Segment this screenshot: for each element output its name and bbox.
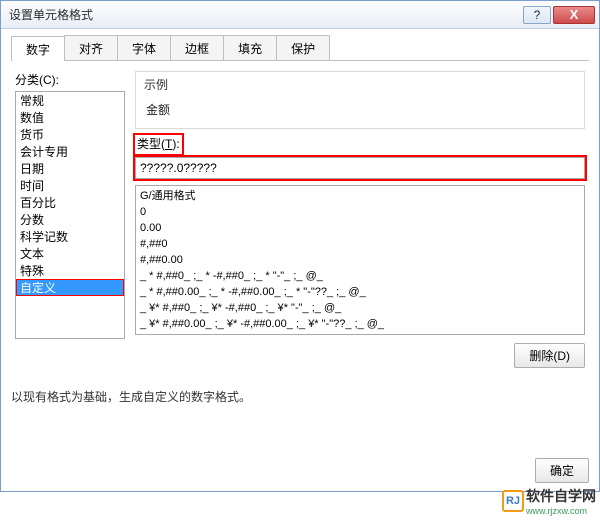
window-title: 设置单元格格式	[9, 6, 523, 23]
close-button[interactable]: X	[553, 6, 595, 24]
cat-text[interactable]: 文本	[16, 245, 124, 262]
hint-text: 以现有格式为基础，生成自定义的数字格式。	[11, 388, 589, 405]
tab-font[interactable]: 字体	[117, 35, 171, 60]
cat-percent[interactable]: 百分比	[16, 194, 124, 211]
tab-strip: 数字 对齐 字体 边框 填充 保护	[11, 35, 589, 61]
sample-value: 金额	[144, 101, 576, 118]
cat-currency[interactable]: 货币	[16, 126, 124, 143]
type-input[interactable]	[135, 157, 585, 179]
category-listbox[interactable]: 常规 数值 货币 会计专用 日期 时间 百分比 分数 科学记数 文本 特殊 自定…	[15, 91, 125, 339]
type-label: 类型(T):	[135, 135, 182, 154]
cat-date[interactable]: 日期	[16, 160, 124, 177]
fmt-item[interactable]: G/通用格式	[138, 188, 582, 204]
tab-fill[interactable]: 填充	[223, 35, 277, 60]
window-controls: ? X	[523, 6, 595, 24]
sample-title: 示例	[144, 76, 576, 93]
cat-time[interactable]: 时间	[16, 177, 124, 194]
tab-border[interactable]: 边框	[170, 35, 224, 60]
fmt-item[interactable]: _ * #,##0.00_ ;_ * -#,##0.00_ ;_ * "-"??…	[138, 284, 582, 300]
help-button[interactable]: ?	[523, 6, 551, 24]
cat-number[interactable]: 数值	[16, 109, 124, 126]
cat-scientific[interactable]: 科学记数	[16, 228, 124, 245]
tab-protect[interactable]: 保护	[276, 35, 330, 60]
cat-fraction[interactable]: 分数	[16, 211, 124, 228]
sample-box: 示例 金额	[135, 71, 585, 129]
cat-general[interactable]: 常规	[16, 92, 124, 109]
title-bar: 设置单元格格式 ? X	[1, 1, 599, 29]
cat-custom[interactable]: 自定义	[16, 279, 124, 296]
cat-special[interactable]: 特殊	[16, 262, 124, 279]
tab-align[interactable]: 对齐	[64, 35, 118, 60]
category-label: 分类(C):	[15, 71, 125, 88]
tab-number[interactable]: 数字	[11, 36, 65, 61]
fmt-item[interactable]: #,##0;-#,##0	[138, 332, 582, 335]
fmt-item[interactable]: _ ¥* #,##0.00_ ;_ ¥* -#,##0.00_ ;_ ¥* "-…	[138, 316, 582, 332]
watermark-url: www.rjzxw.com	[526, 506, 596, 516]
fmt-item[interactable]: _ ¥* #,##0_ ;_ ¥* -#,##0_ ;_ ¥* "-"_ ;_ …	[138, 300, 582, 316]
fmt-item[interactable]: #,##0	[138, 236, 582, 252]
cat-accounting[interactable]: 会计专用	[16, 143, 124, 160]
delete-button[interactable]: 删除(D)	[514, 343, 585, 368]
fmt-item[interactable]: 0	[138, 204, 582, 220]
fmt-item[interactable]: 0.00	[138, 220, 582, 236]
fmt-item[interactable]: _ * #,##0_ ;_ * -#,##0_ ;_ * "-"_ ;_ @_	[138, 268, 582, 284]
format-listbox[interactable]: G/通用格式 0 0.00 #,##0 #,##0.00 _ * #,##0_ …	[135, 185, 585, 335]
watermark: RJ 软件自学网 www.rjzxw.com	[502, 486, 596, 516]
watermark-title: 软件自学网	[526, 486, 596, 506]
ok-button[interactable]: 确定	[535, 458, 589, 483]
watermark-icon: RJ	[502, 490, 524, 512]
fmt-item[interactable]: #,##0.00	[138, 252, 582, 268]
